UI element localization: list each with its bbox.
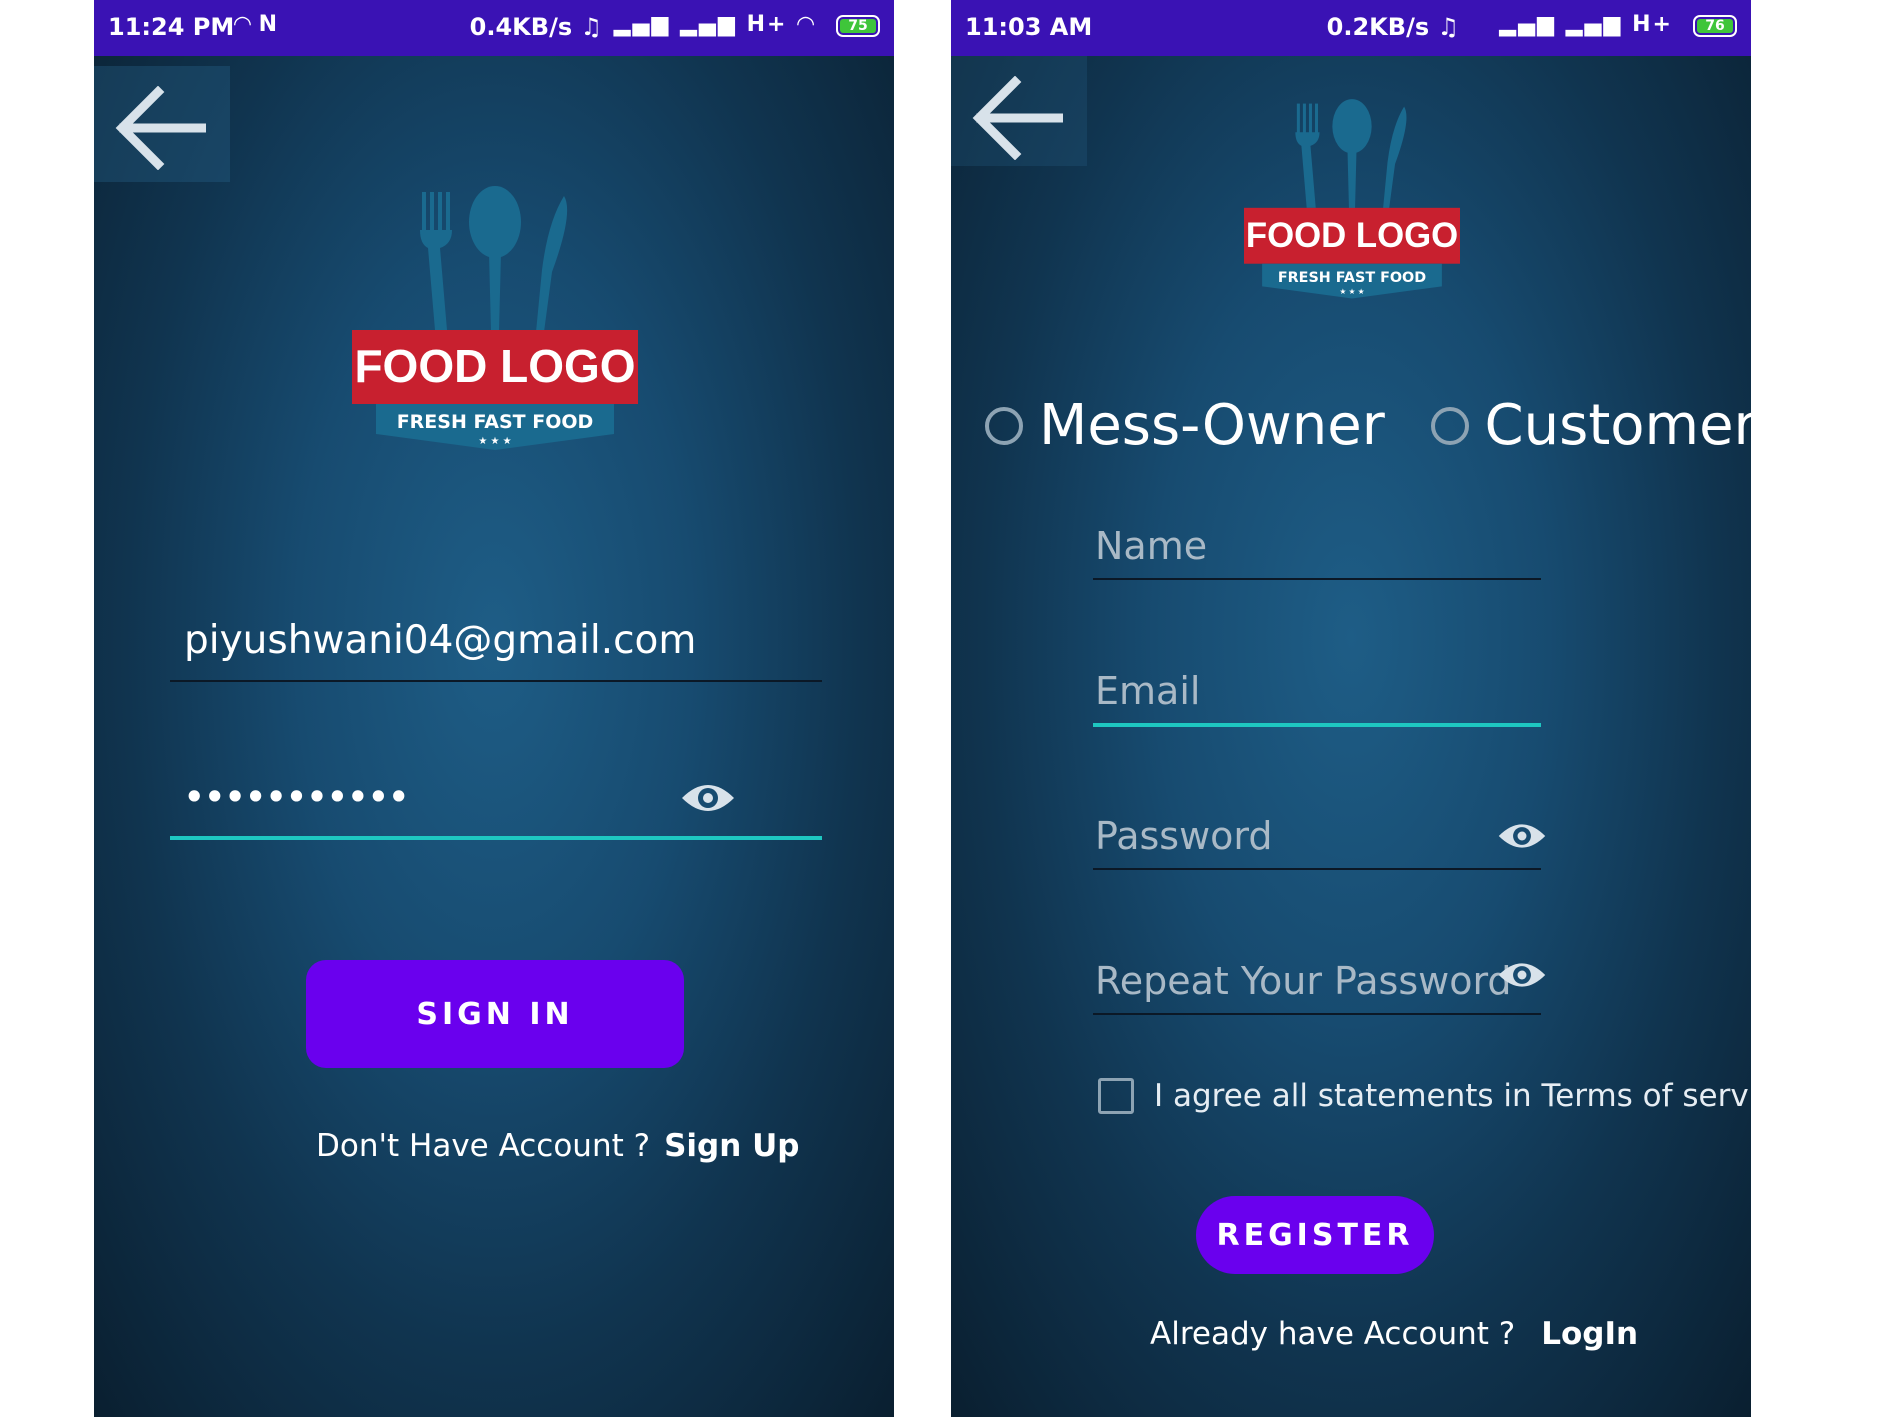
password-placeholder: Password [1095,814,1273,858]
battery-icon: 75 [836,15,880,37]
sign-up-link[interactable]: Sign Up [664,1128,799,1164]
logo-brand-text: FOOD LOGO [1246,217,1458,255]
eye-icon[interactable] [680,778,736,818]
terms-checkbox[interactable] [1098,1078,1134,1114]
name-underline [1093,578,1541,580]
name-placeholder: Name [1095,524,1208,568]
signup-prompt: Don't Have Account ? Sign Up [316,1128,799,1164]
repeat-password-placeholder: Repeat Your Password [1095,959,1512,1003]
email-placeholder: Email [1095,669,1201,713]
status-time: 11:24 PM [108,13,235,41]
radio-mess-owner[interactable]: Mess-Owner [985,393,1385,458]
network-speed: 0.4KB/s ♫ [469,13,602,41]
email-field[interactable]: Email [1093,665,1541,731]
email-underline [1093,723,1541,727]
eye-icon[interactable] [1497,818,1547,854]
repeat-password-underline [1093,1013,1541,1015]
food-logo: FOOD LOGO FRESH FAST FOOD ★ ★ ★ [1244,96,1460,300]
logo-stars: ★ ★ ★ [478,436,511,447]
cutlery-logo-graphic: FOOD LOGO FRESH FAST FOOD ★ ★ ★ [352,186,638,450]
back-arrow-icon [972,76,1063,160]
logo-tagline-text: FRESH FAST FOOD [397,411,594,433]
signal-icon: ▂▄▆ ▂▄▆ H+ ◠ [613,12,816,37]
radio-circle [985,406,1023,445]
name-field[interactable]: Name [1093,520,1541,582]
register-button[interactable]: REGISTER [1196,1196,1434,1274]
signal-icon: ▂▄▆ ▂▄▆ H+ [1499,12,1673,37]
battery-icon: 76 [1693,15,1737,37]
battery-level: 76 [1697,19,1733,33]
login-link[interactable]: LogIn [1541,1316,1638,1352]
email-field[interactable]: piyushwani04@gmail.com [170,610,822,682]
radio-customer[interactable]: Customer [1430,393,1751,458]
logo-stars: ★ ★ ★ [1339,287,1364,296]
terms-label: I agree all statements in Terms of servi… [1154,1078,1751,1114]
radio-circle [1430,406,1469,445]
login-prompt: Already have Account ? LogIn [1150,1316,1638,1352]
food-logo: FOOD LOGO FRESH FAST FOOD ★ ★ ★ [352,182,638,452]
password-underline [1093,868,1541,870]
back-button[interactable] [94,66,230,182]
password-field[interactable]: ••••••••••• [170,770,822,842]
logo-brand-text: FOOD LOGO [354,340,635,392]
password-value: ••••••••••• [184,778,409,816]
radio-label: Mess-Owner [1039,393,1385,458]
radio-label: Customer [1484,393,1751,458]
terms-row: I agree all statements in Terms of servi… [1098,1078,1751,1114]
status-time: 11:03 AM [965,13,1093,41]
login-screen: 11:24 PM ◠ N 0.4KB/s ♫ ▂▄▆ ▂▄▆ H+ ◠ 75 F… [94,0,894,1417]
register-screen: 11:03 AM 0.2KB/s ♫ ▂▄▆ ▂▄▆ H+ 76 FOOD LO… [951,0,1751,1417]
role-radio-group: Mess-Owner Customer [985,393,1751,459]
sign-in-button[interactable]: SIGN IN [306,960,684,1068]
login-prompt-text: Already have Account ? [1150,1316,1516,1352]
signup-prompt-text: Don't Have Account ? [316,1128,651,1164]
eye-icon[interactable] [1497,957,1547,993]
password-field[interactable]: Password [1093,810,1546,872]
battery-level: 75 [840,19,876,33]
network-speed: 0.2KB/s ♫ [1326,13,1459,41]
back-arrow-icon [115,86,206,170]
repeat-password-field[interactable]: Repeat Your Password [1093,955,1546,1017]
logo-tagline-text: FRESH FAST FOOD [1278,270,1426,286]
status-bar: 11:24 PM ◠ N 0.4KB/s ♫ ▂▄▆ ▂▄▆ H+ ◠ 75 [94,0,894,56]
wifi-icon: ◠ N [234,12,277,37]
email-value: piyushwani04@gmail.com [184,618,697,663]
status-bar: 11:03 AM 0.2KB/s ♫ ▂▄▆ ▂▄▆ H+ 76 [951,0,1751,56]
email-underline [170,680,822,682]
cutlery-logo-graphic: FOOD LOGO FRESH FAST FOOD ★ ★ ★ [1244,99,1460,299]
back-button[interactable] [951,56,1087,166]
password-underline [170,836,822,840]
